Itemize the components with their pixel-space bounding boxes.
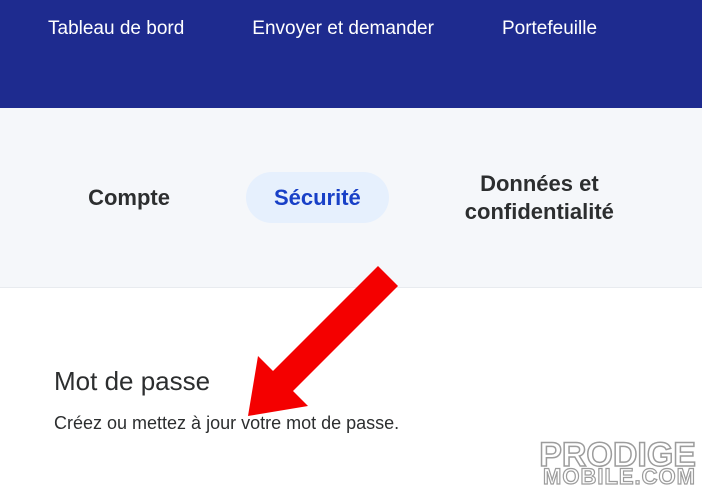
nav-wallet[interactable]: Portefeuille bbox=[502, 18, 597, 40]
watermark: PRODIGE MOBILE.COM bbox=[539, 442, 696, 486]
top-nav: Tableau de bord Envoyer et demander Port… bbox=[0, 0, 702, 108]
watermark-line1: PRODIGE bbox=[539, 442, 696, 470]
tab-data-privacy[interactable]: Données etconfidentialité bbox=[437, 158, 642, 237]
watermark-line2: MOBILE.COM bbox=[539, 468, 696, 486]
tab-security[interactable]: Sécurité bbox=[246, 172, 389, 224]
sub-nav: Compte Sécurité Données etconfidentialit… bbox=[0, 108, 702, 288]
section-description-password: Créez ou mettez à jour votre mot de pass… bbox=[54, 413, 702, 434]
tab-account[interactable]: Compte bbox=[60, 172, 198, 224]
content-area: Mot de passe Créez ou mettez à jour votr… bbox=[0, 288, 702, 434]
nav-dashboard[interactable]: Tableau de bord bbox=[48, 18, 184, 40]
nav-send-request[interactable]: Envoyer et demander bbox=[252, 18, 434, 40]
section-title-password: Mot de passe bbox=[54, 366, 702, 397]
